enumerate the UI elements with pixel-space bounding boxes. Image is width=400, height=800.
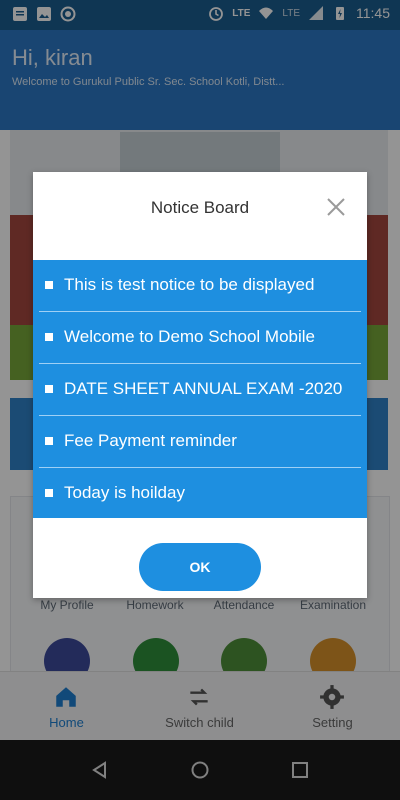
notice-text: Today is hoilday: [64, 483, 185, 502]
notice-item[interactable]: Fee Payment reminder: [39, 416, 361, 468]
notice-text: DATE SHEET ANNUAL EXAM -2020: [64, 379, 343, 398]
dialog-title: Notice Board: [150, 198, 250, 217]
notice-text: This is test notice to be displayed: [64, 275, 315, 294]
notice-item[interactable]: DATE SHEET ANNUAL EXAM -2020: [39, 364, 361, 416]
notice-list: This is test notice to be displayed Welc…: [33, 260, 367, 518]
notice-item[interactable]: Today is hoilday: [39, 468, 361, 519]
notice-board-dialog: Notice Board This is test notice to be d…: [33, 172, 367, 598]
notice-item[interactable]: Welcome to Demo School Mobile: [39, 312, 361, 364]
bullet-icon: [45, 437, 53, 445]
bullet-icon: [45, 489, 53, 497]
bullet-icon: [45, 385, 53, 393]
ok-button[interactable]: OK: [139, 543, 261, 591]
bullet-icon: [45, 333, 53, 341]
bullet-icon: [45, 281, 53, 289]
notice-text: Fee Payment reminder: [64, 431, 237, 450]
notice-text: Welcome to Demo School Mobile: [64, 327, 316, 346]
close-icon[interactable]: [325, 196, 347, 218]
notice-item[interactable]: This is test notice to be displayed: [39, 260, 361, 312]
